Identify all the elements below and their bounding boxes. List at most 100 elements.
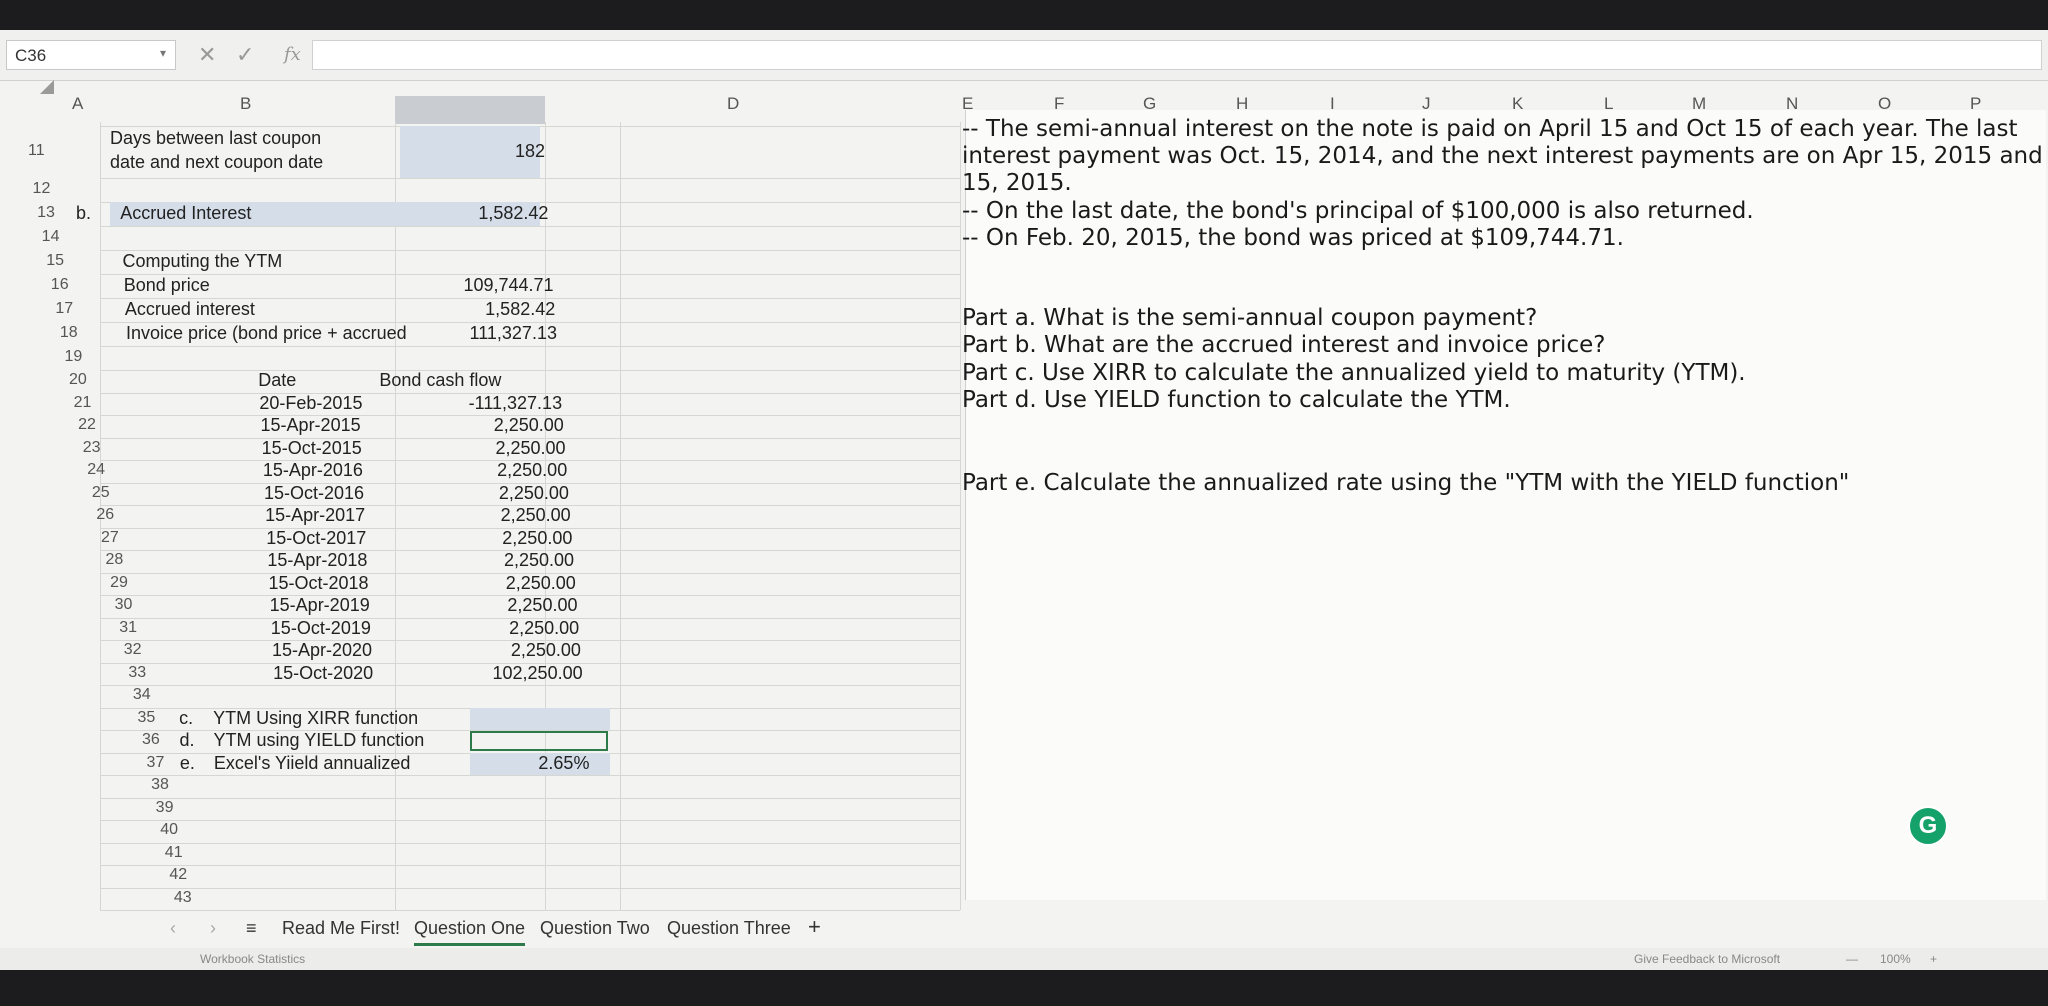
cell-b[interactable]: Computing the YTM [123, 251, 283, 272]
name-box[interactable]: C36 [6, 40, 176, 70]
cell-c[interactable]: 2,250.00 [354, 550, 574, 571]
tab-question-three[interactable]: Question Three [667, 918, 791, 939]
row-header[interactable]: 40 [160, 821, 178, 839]
row-header[interactable]: 15 [46, 252, 64, 270]
cell-b[interactable]: date and next coupon date [110, 152, 323, 173]
row-header[interactable]: 36 [142, 731, 160, 749]
row-header[interactable]: 20 [69, 371, 87, 389]
cell-c[interactable]: 2,250.00 [357, 595, 577, 616]
cell-c[interactable]: 2,250.00 [352, 528, 572, 549]
cell-b[interactable]: Date [258, 370, 296, 391]
cell-c[interactable]: 2,250.00 [351, 505, 571, 526]
cell-c[interactable]: 1,582.42 [328, 203, 548, 224]
row-header[interactable]: 11 [28, 142, 45, 160]
cell-b[interactable]: Accrued interest [125, 299, 255, 320]
cell-c[interactable]: 102,250.00 [363, 663, 583, 684]
add-sheet-button[interactable]: + [808, 914, 821, 940]
row-header[interactable]: 18 [60, 324, 78, 342]
row-header[interactable]: 33 [128, 664, 146, 682]
tab-question-one[interactable]: Question One [414, 918, 526, 946]
confirm-icon[interactable]: ✓ [236, 42, 254, 68]
feedback-link[interactable]: Give Feedback to Microsoft [1634, 952, 1780, 966]
workbook-statistics[interactable]: Workbook Statistics [200, 952, 305, 966]
selected-cell-c36[interactable] [470, 731, 608, 751]
cell-c[interactable]: 182 [325, 141, 545, 162]
column-header-d[interactable]: D [727, 94, 739, 114]
grammarly-icon[interactable]: G [1908, 806, 1948, 846]
cell-c[interactable]: 109,744.71 [334, 275, 553, 296]
panel-text-line: 15, 2015. [962, 170, 1072, 196]
row-header[interactable]: 29 [110, 574, 128, 592]
zoom-in-button[interactable]: + [1930, 952, 1937, 966]
cell-c[interactable]: 2,250.00 [356, 573, 576, 594]
cell-b[interactable]: YTM using YIELD function [214, 730, 425, 751]
row-header[interactable]: 14 [42, 228, 60, 246]
row-header[interactable]: 37 [147, 754, 165, 772]
cell-a[interactable]: e. [180, 753, 195, 774]
row-header[interactable]: 17 [55, 300, 73, 318]
row-header[interactable]: 13 [37, 204, 55, 222]
name-box-chevron-down-icon[interactable]: ▾ [160, 46, 166, 60]
row-header[interactable]: 41 [165, 844, 183, 862]
cell-b[interactable]: 15-Oct-2020 [273, 663, 373, 684]
row-header[interactable]: 23 [83, 439, 101, 457]
row-header[interactable]: 28 [106, 551, 124, 569]
cell-a[interactable]: d. [180, 730, 195, 751]
tab-question-two[interactable]: Question Two [540, 918, 650, 939]
cell-a[interactable]: c. [179, 708, 193, 729]
cell-c[interactable]: -111,327.13 [342, 393, 562, 414]
row-header[interactable]: 32 [124, 641, 142, 659]
cell-b[interactable]: YTM Using XIRR function [213, 708, 418, 729]
cell-b[interactable]: 15-Oct-2018 [269, 573, 369, 594]
cell-c[interactable]: 111,327.13 [337, 323, 557, 344]
cancel-icon[interactable]: ✕ [198, 42, 216, 68]
row-header[interactable]: 25 [92, 484, 110, 502]
column-header-b[interactable]: B [240, 94, 251, 114]
zoom-out-button[interactable]: — [1846, 952, 1858, 966]
cell-a[interactable]: b. [76, 203, 91, 224]
cell-c[interactable]: 2.65% [369, 753, 589, 774]
row-header[interactable]: 26 [96, 506, 114, 524]
tab-scroll-right-icon[interactable]: › [210, 918, 216, 939]
cell-b[interactable]: Days between last coupon [110, 128, 321, 149]
cell-b[interactable]: 15-Apr-2020 [272, 640, 372, 661]
cell-c[interactable]: 2,250.00 [346, 438, 565, 459]
row-header[interactable]: 39 [156, 799, 174, 817]
row-header[interactable]: 19 [64, 348, 82, 366]
cell-b[interactable]: 15-Apr-2018 [267, 550, 367, 571]
cell-c[interactable]: 2,250.00 [359, 618, 579, 639]
tab-read-me-first[interactable]: Read Me First! [282, 918, 400, 939]
fx-icon[interactable]: fx [284, 44, 301, 65]
row-header[interactable]: 42 [169, 866, 187, 884]
zoom-level[interactable]: 100% [1880, 952, 1911, 966]
cell-c[interactable]: Bond cash flow [320, 370, 560, 391]
row-gridline [100, 842, 960, 844]
column-header-a[interactable]: A [72, 94, 83, 114]
sheet-list-menu-icon[interactable]: ≡ [246, 918, 257, 939]
row-header[interactable]: 38 [151, 776, 169, 794]
cell-b[interactable]: Bond price [124, 275, 210, 296]
row-header[interactable]: 43 [174, 889, 192, 907]
cell-b[interactable]: Accrued Interest [120, 203, 251, 224]
cell-b[interactable]: 15-Oct-2019 [271, 618, 371, 639]
formula-bar: C36 ▾ ✕ ✓ fx [0, 30, 2048, 81]
cell-c[interactable]: 2,250.00 [349, 483, 569, 504]
cell-c[interactable]: 2,250.00 [344, 415, 564, 436]
row-header[interactable]: 22 [78, 416, 96, 434]
cell-c[interactable]: 1,582.42 [335, 299, 555, 320]
cell-b[interactable]: 15-Oct-2017 [266, 528, 366, 549]
row-header[interactable]: 34 [133, 686, 151, 704]
row-header[interactable]: 21 [74, 394, 92, 412]
cell-c[interactable]: 2,250.00 [347, 460, 567, 481]
row-header[interactable]: 31 [119, 619, 137, 637]
row-header[interactable]: 12 [33, 180, 51, 198]
row-header[interactable]: 35 [137, 709, 155, 727]
row-header[interactable]: 24 [87, 461, 105, 479]
cell-c[interactable]: 2,250.00 [361, 640, 581, 661]
row-header[interactable]: 16 [51, 276, 69, 294]
row-header[interactable]: 27 [101, 529, 119, 547]
cell-b[interactable]: 15-Apr-2019 [270, 595, 370, 616]
formula-input[interactable] [312, 40, 2042, 70]
tab-scroll-left-icon[interactable]: ‹ [170, 918, 176, 939]
row-header[interactable]: 30 [115, 596, 133, 614]
